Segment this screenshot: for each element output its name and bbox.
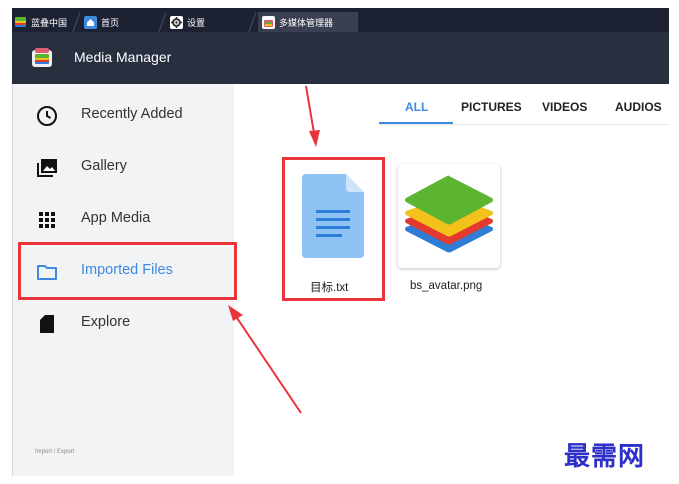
sd-card-icon bbox=[35, 312, 59, 336]
tab-divider-line bbox=[379, 124, 669, 125]
tab-divider bbox=[72, 12, 81, 32]
sidebar-item-label: Recently Added bbox=[81, 106, 183, 122]
sidebar-item-label: Explore bbox=[81, 314, 131, 330]
tab-all[interactable]: ALL bbox=[405, 100, 428, 114]
clock-icon bbox=[35, 104, 59, 128]
window-tab-bar: 蓝叠中国 首页 设置 多媒体管理器 bbox=[12, 8, 669, 32]
grid-icon bbox=[35, 208, 59, 232]
bluestacks-stack-icon bbox=[405, 175, 493, 253]
import-export-link[interactable]: Import / Export bbox=[35, 449, 74, 455]
annotation-highlight-box bbox=[282, 157, 385, 301]
tab-bluestacks-china[interactable]: 蓝叠中国 bbox=[14, 12, 72, 32]
bluestacks-logo-icon bbox=[14, 16, 27, 29]
file-name: bs_avatar.png bbox=[410, 280, 483, 292]
sidebar-item-explore[interactable]: Explore bbox=[13, 298, 235, 350]
tab-videos[interactable]: VIDEOS bbox=[542, 100, 587, 114]
sidebar-item-label: App Media bbox=[81, 210, 151, 226]
gallery-icon bbox=[35, 156, 59, 180]
home-icon bbox=[84, 15, 97, 29]
sidebar-item-label: Gallery bbox=[81, 158, 127, 174]
tab-media-manager[interactable]: 多媒体管理器 bbox=[258, 12, 358, 32]
sidebar-item-app-media[interactable]: App Media bbox=[13, 194, 235, 246]
media-manager-logo-icon bbox=[30, 46, 54, 70]
sidebar-item-recently-added[interactable]: Recently Added bbox=[13, 90, 235, 142]
active-tab-indicator bbox=[379, 122, 453, 124]
tab-audios[interactable]: AUDIOS bbox=[615, 100, 662, 114]
tab-label: 首页 bbox=[101, 17, 120, 28]
media-manager-icon bbox=[262, 15, 275, 29]
image-thumbnail bbox=[398, 164, 500, 268]
annotation-highlight-box bbox=[18, 242, 237, 300]
file-item[interactable]: bs_avatar.png bbox=[396, 164, 504, 294]
tab-label: 蓝叠中国 bbox=[31, 17, 68, 28]
tab-home[interactable]: 首页 bbox=[84, 12, 162, 32]
app-header: Media Manager bbox=[12, 32, 669, 84]
watermark: 最需网 bbox=[564, 442, 646, 472]
tab-label: 多媒体管理器 bbox=[279, 17, 334, 28]
gear-icon bbox=[170, 15, 183, 29]
sidebar-item-gallery[interactable]: Gallery bbox=[13, 142, 235, 194]
app-title: Media Manager bbox=[74, 49, 172, 65]
tab-pictures[interactable]: PICTURES bbox=[461, 100, 522, 114]
tab-label: 设置 bbox=[187, 17, 206, 28]
tab-settings[interactable]: 设置 bbox=[170, 12, 252, 32]
